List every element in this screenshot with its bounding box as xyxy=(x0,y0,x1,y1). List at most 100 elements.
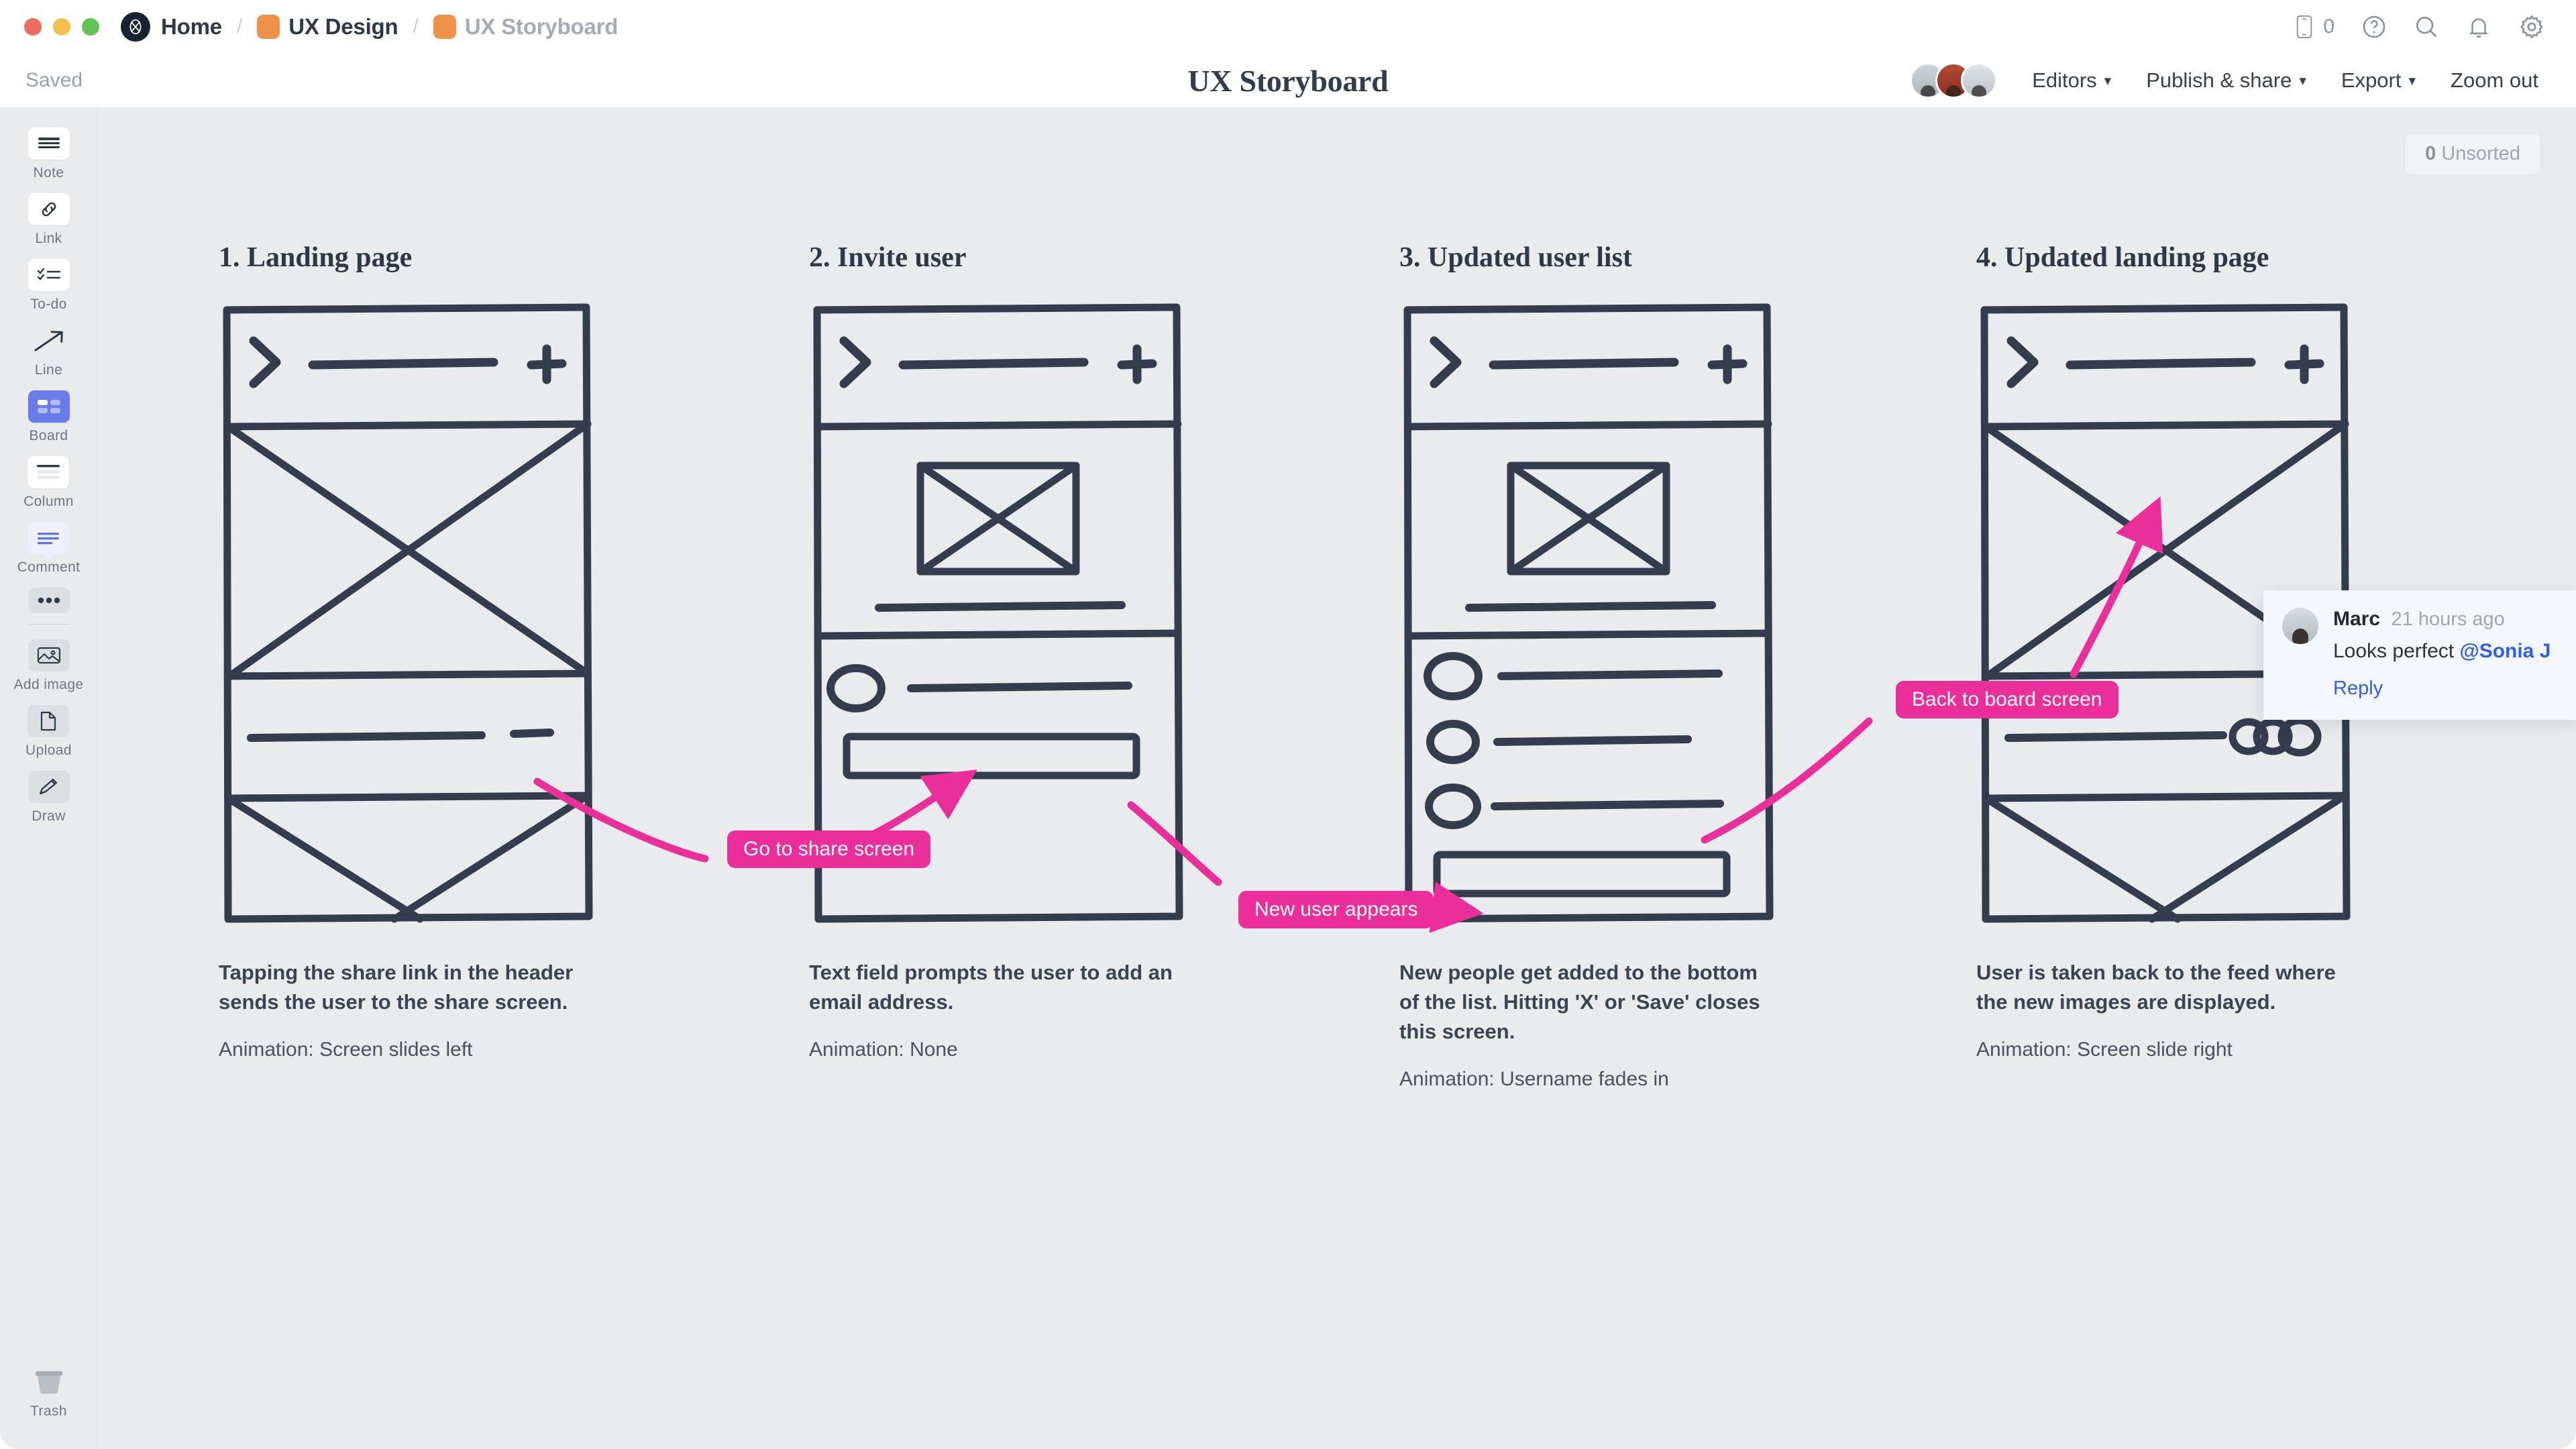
publish-share-menu-label: Publish & share xyxy=(2146,68,2292,92)
board-canvas[interactable]: 0 Unsorted 1. Landing page Tapping the s… xyxy=(98,107,2576,1449)
caption-main: New people get added to the bottom of th… xyxy=(1399,961,1760,1044)
phone-count: 0 xyxy=(2323,15,2334,38)
storyboard-frame-3[interactable]: 3. Updated user list New people get adde… xyxy=(1399,241,1869,1093)
sidebar-item-todo[interactable]: To-do xyxy=(28,259,70,313)
sidebar-item-add-image[interactable]: Add image xyxy=(14,639,84,693)
sidebar-item-label: To-do xyxy=(30,297,67,312)
sidebar-item-link[interactable]: Link xyxy=(28,193,70,247)
link-icon xyxy=(28,193,70,225)
publish-share-menu-button[interactable]: Publish & share ▾ xyxy=(2129,68,2324,93)
line-arrow-icon xyxy=(28,325,70,357)
todo-icon xyxy=(28,259,70,291)
frame-caption: Text field prompts the user to add an em… xyxy=(809,958,1185,1064)
caption-main: Text field prompts the user to add an em… xyxy=(809,961,1173,1014)
phone-preview-button[interactable]: 0 xyxy=(2294,15,2334,39)
breadcrumb-label: UX Storyboard xyxy=(464,14,619,39)
breadcrumb-item-ux-design[interactable]: UX Design xyxy=(257,14,398,40)
wireframe-landing-page[interactable] xyxy=(219,301,594,924)
pencil-icon xyxy=(28,771,70,803)
more-ellipsis-icon xyxy=(28,588,70,613)
question-circle-icon[interactable] xyxy=(2361,14,2387,40)
frame-caption: User is taken back to the feed where the… xyxy=(1976,958,2352,1064)
comment-header: Marc 21 hours ago xyxy=(2333,608,2551,631)
sidebar-item-label: Comment xyxy=(17,559,80,575)
breadcrumb-separator: / xyxy=(236,15,243,38)
sidebar-item-label: Trash xyxy=(30,1403,67,1419)
editor-avatars[interactable] xyxy=(1910,62,1998,99)
comment-reply-button[interactable]: Reply xyxy=(2333,678,2551,700)
sidebar-item-label: Upload xyxy=(25,743,72,758)
avatar xyxy=(1961,62,1998,99)
sidebar-item-label: Add image xyxy=(13,677,84,692)
maximize-window-button[interactable] xyxy=(82,18,99,36)
sidebar-item-label: Link xyxy=(35,231,62,246)
editors-menu-button[interactable]: Editors ▾ xyxy=(2015,68,2129,93)
action-bar-right: Editors ▾ Publish & share ▾ Export ▾ Zoo… xyxy=(1910,62,2556,99)
comment-card[interactable]: Marc 21 hours ago Looks perfect @Sonia J… xyxy=(2263,590,2576,720)
wireframe-updated-user-list[interactable] xyxy=(1399,301,1775,924)
sidebar-item-upload[interactable]: Upload xyxy=(25,705,72,759)
sidebar-item-board[interactable]: Board xyxy=(28,390,70,444)
sidebar-item-trash[interactable]: Trash xyxy=(28,1366,70,1419)
tool-sidebar: Note Link To-do Line Board Column Commen… xyxy=(0,107,98,1449)
search-icon[interactable] xyxy=(2414,14,2439,40)
chevron-down-icon: ▾ xyxy=(2104,72,2112,89)
breadcrumb-label: UX Design xyxy=(288,14,398,39)
editors-menu-label: Editors xyxy=(2032,68,2097,92)
storyboard-frames: 1. Landing page Tapping the share link i… xyxy=(98,107,2576,1449)
note-icon xyxy=(28,127,70,160)
sidebar-item-label: Line xyxy=(34,362,63,378)
storyboard-frame-2[interactable]: 2. Invite user Text field prompts the us… xyxy=(809,241,1279,1064)
trash-icon xyxy=(28,1366,70,1398)
connector-label-go-to-share-screen[interactable]: Go to share screen xyxy=(727,830,931,868)
chevron-down-icon: ▾ xyxy=(2408,72,2416,89)
sidebar-item-draw[interactable]: Draw xyxy=(28,771,70,824)
sidebar-item-note[interactable]: Note xyxy=(28,127,70,181)
export-menu-button[interactable]: Export ▾ xyxy=(2324,68,2433,93)
sidebar-item-label: Board xyxy=(29,428,68,443)
zoom-out-button[interactable]: Zoom out xyxy=(2433,68,2556,93)
file-icon xyxy=(28,705,70,737)
breadcrumb-separator: / xyxy=(413,15,419,38)
sidebar-item-line[interactable]: Line xyxy=(28,325,70,378)
connector-label-new-user-appears[interactable]: New user appears xyxy=(1238,891,1434,928)
comment-text: Looks perfect @Sonia J xyxy=(2333,640,2551,663)
titlebar-actions: 0 xyxy=(2294,13,2552,40)
sidebar-item-label: Column xyxy=(23,494,74,509)
frame-title: 1. Landing page xyxy=(219,242,413,273)
sidebar-item-column[interactable]: Column xyxy=(23,456,74,510)
comment-text-prefix: Looks perfect xyxy=(2333,640,2460,662)
action-bar: Saved UX Storyboard Editors ▾ Publish & … xyxy=(0,54,2576,107)
frame-caption: Tapping the share link in the header sen… xyxy=(219,958,594,1064)
image-icon xyxy=(28,639,70,672)
comment-mention[interactable]: @Sonia J xyxy=(2459,640,2551,662)
comment-timestamp: 21 hours ago xyxy=(2391,608,2505,630)
caption-animation: Animation: Username fades in xyxy=(1399,1068,1669,1091)
sidebar-item-comment[interactable]: Comment xyxy=(17,522,80,576)
zoom-out-label: Zoom out xyxy=(2451,68,2538,92)
breadcrumb: Home / UX Design / UX Storyboard xyxy=(161,14,618,40)
caption-animation: Animation: Screen slide right xyxy=(1976,1038,2233,1061)
traffic-lights xyxy=(24,18,99,36)
connector-label-back-to-board-screen[interactable]: Back to board screen xyxy=(1896,681,2118,718)
frame-title: 3. Updated user list xyxy=(1399,242,1632,273)
sidebar-item-more[interactable] xyxy=(28,588,70,613)
milanote-logo-icon[interactable] xyxy=(121,12,150,42)
board-icon xyxy=(28,390,70,423)
breadcrumb-item-home[interactable]: Home xyxy=(161,14,222,40)
storyboard-frame-1[interactable]: 1. Landing page Tapping the share link i… xyxy=(219,241,688,1064)
gear-icon[interactable] xyxy=(2518,13,2545,40)
frame-caption: New people get added to the bottom of th… xyxy=(1399,958,1775,1093)
folder-icon xyxy=(433,15,456,39)
column-icon xyxy=(28,456,70,488)
frame-title: 2. Invite user xyxy=(809,242,967,273)
bell-icon[interactable] xyxy=(2466,14,2491,40)
sidebar-divider xyxy=(28,624,70,625)
export-menu-label: Export xyxy=(2341,68,2402,92)
caption-main: Tapping the share link in the header sen… xyxy=(219,961,574,1014)
close-window-button[interactable] xyxy=(24,18,42,36)
breadcrumb-item-ux-storyboard[interactable]: UX Storyboard xyxy=(433,14,618,40)
caption-animation: Animation: Screen slides left xyxy=(219,1038,473,1061)
avatar xyxy=(2282,608,2318,644)
minimize-window-button[interactable] xyxy=(53,18,70,36)
